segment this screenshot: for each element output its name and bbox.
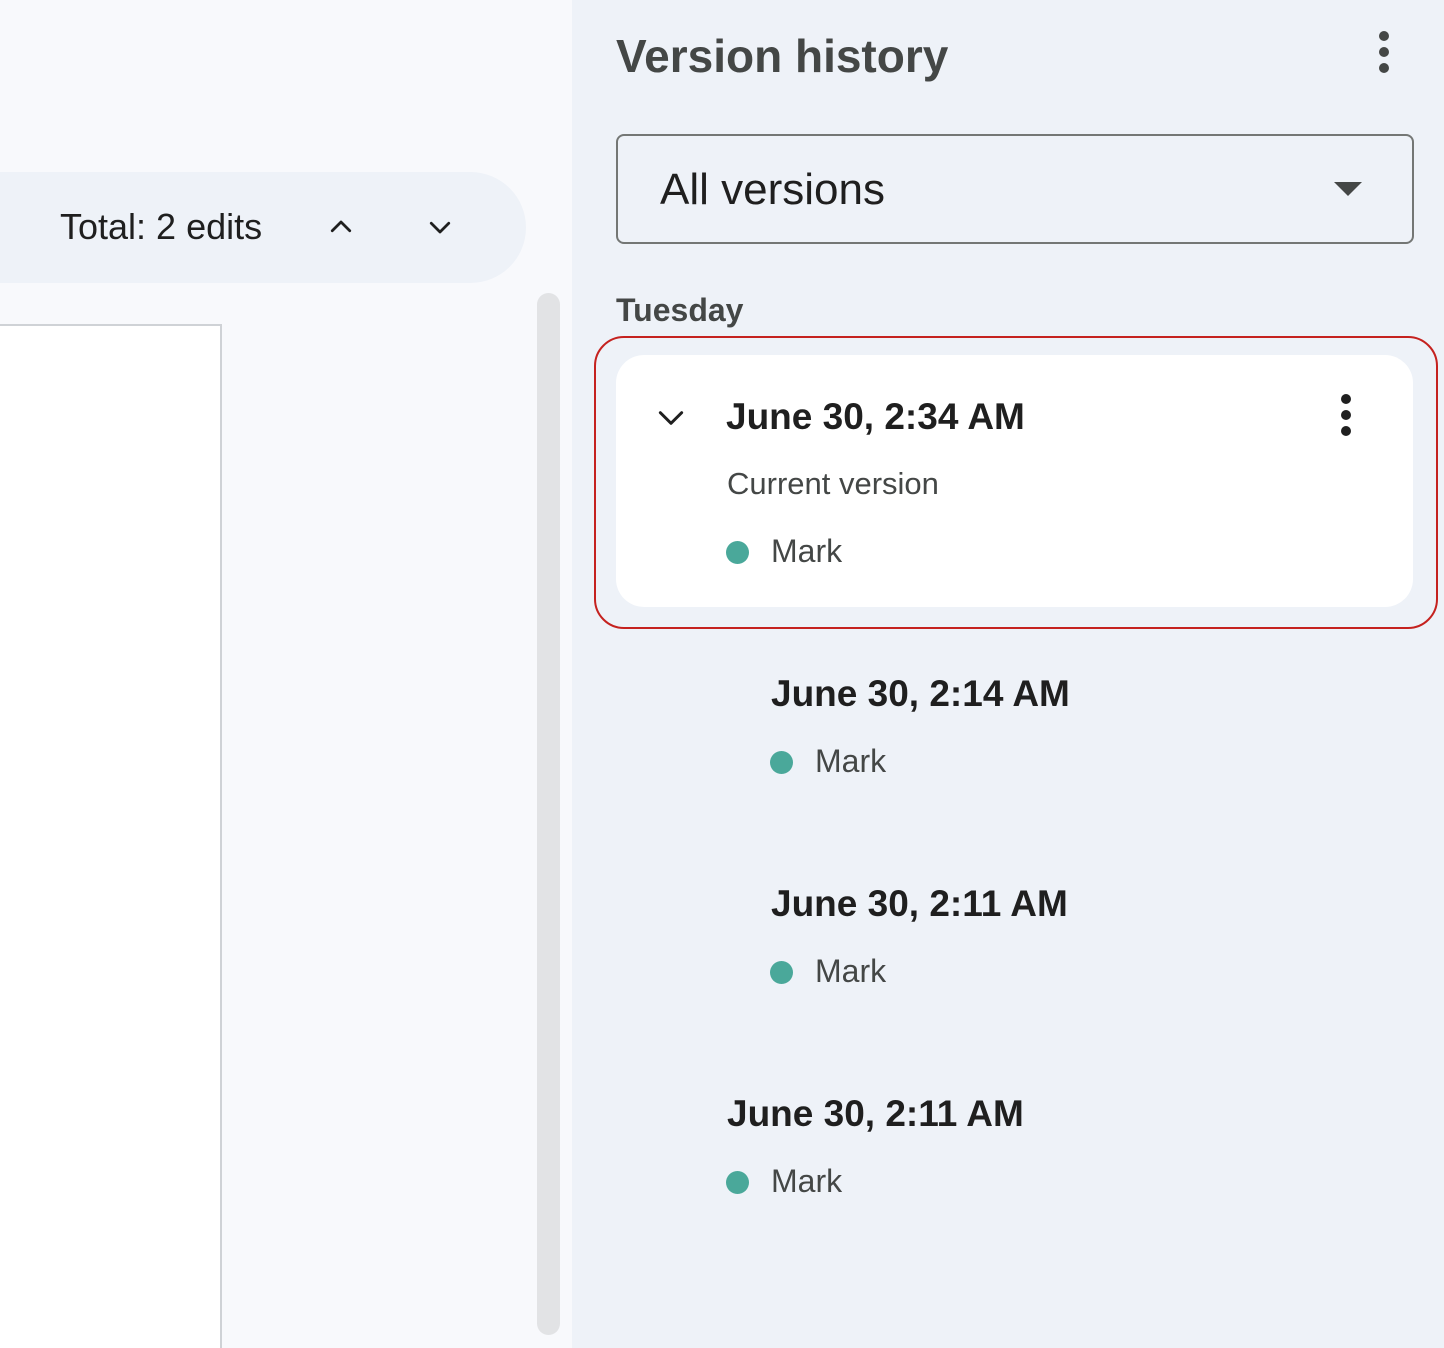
- version-more-options-button[interactable]: [1316, 385, 1376, 445]
- previous-edit-button[interactable]: [311, 197, 371, 257]
- chevron-down-icon: [658, 411, 684, 425]
- expand-version-button[interactable]: [642, 393, 700, 443]
- version-item-current[interactable]: June 30, 2:34 AM Current version Mark: [616, 355, 1413, 607]
- version-item[interactable]: June 30, 2:11 AM Mark: [616, 860, 1413, 1010]
- current-version-label: Current version: [727, 466, 939, 501]
- chevron-up-icon: [330, 220, 352, 233]
- version-item[interactable]: June 30, 2:11 AM Mark: [616, 1070, 1413, 1220]
- author-color-dot: [770, 751, 793, 774]
- document-scrollbar[interactable]: [537, 293, 560, 1335]
- version-timestamp: June 30, 2:11 AM: [727, 1093, 1024, 1134]
- version-timestamp: June 30, 2:14 AM: [771, 673, 1070, 714]
- version-item[interactable]: June 30, 2:14 AM Mark: [616, 650, 1413, 800]
- next-edit-button[interactable]: [410, 197, 470, 257]
- version-filter-value: All versions: [660, 165, 885, 214]
- version-timestamp: June 30, 2:34 AM: [726, 396, 1025, 437]
- version-author: Mark: [815, 743, 887, 779]
- caret-down-icon: [1334, 182, 1362, 196]
- panel-title: Version history: [616, 30, 949, 82]
- panel-more-options-button[interactable]: [1354, 22, 1414, 82]
- version-history-panel: Version history All versions Tuesday Jun…: [572, 0, 1444, 1348]
- total-edits-label: Total: 2 edits: [60, 206, 263, 247]
- version-author: Mark: [771, 1163, 843, 1199]
- document-area: Total: 2 edits: [0, 0, 572, 1348]
- author-color-dot: [770, 961, 793, 984]
- more-vert-icon: [1379, 31, 1389, 73]
- version-author: Mark: [771, 533, 843, 569]
- version-filter-dropdown[interactable]: All versions: [616, 134, 1414, 244]
- author-color-dot: [726, 1171, 749, 1194]
- chevron-down-icon: [429, 221, 451, 234]
- version-timestamp: June 30, 2:11 AM: [771, 883, 1068, 924]
- date-group-label: Tuesday: [616, 292, 744, 328]
- author-color-dot: [726, 541, 749, 564]
- version-author: Mark: [815, 953, 887, 989]
- document-page[interactable]: [0, 324, 222, 1348]
- more-vert-icon: [1341, 394, 1351, 436]
